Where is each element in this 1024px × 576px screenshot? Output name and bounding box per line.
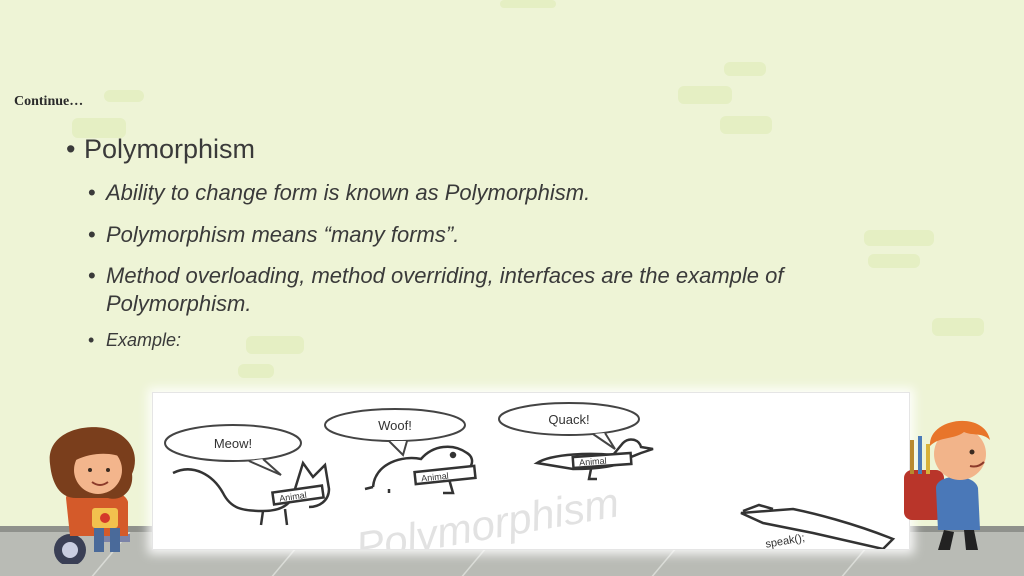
bullet-item: • Method overloading, method overriding, … <box>88 262 784 290</box>
bullet-dot: • <box>88 222 96 247</box>
chalk-mark <box>678 86 732 104</box>
method-label: speak(); <box>765 532 806 549</box>
duck-tag: Animal <box>579 456 607 468</box>
chalk-mark <box>246 336 304 354</box>
bullet-dot: • <box>88 180 96 205</box>
bubble-tail <box>592 432 616 450</box>
boy-character-icon <box>904 420 990 550</box>
pointing-hand-drawing <box>740 503 896 549</box>
bullet-item: • Ability to change form is known as Poly… <box>88 179 590 207</box>
bullet-dot: • <box>66 134 76 164</box>
bullet-text: Polymorphism means “many forms”. <box>106 222 460 247</box>
illustration-svg: Polymorphism Meow! Woof! Quack! Animal A… <box>164 402 896 549</box>
bubble-tail <box>248 458 282 476</box>
bubble-text-dog: Woof! <box>378 418 412 433</box>
bullet-heading: • Polymorphism <box>66 134 255 165</box>
chalk-mark <box>868 254 920 268</box>
watermark-text: Polymorphism <box>352 478 622 549</box>
bullet-item: • Polymorphism means “many forms”. <box>88 221 459 249</box>
bubble-text-cat: Meow! <box>214 436 252 451</box>
heading-text: Polymorphism <box>84 134 256 164</box>
chalk-mark <box>720 116 772 134</box>
girl-character-icon <box>49 427 135 564</box>
dog-drawing <box>364 445 477 495</box>
bubble-tail <box>388 440 408 457</box>
slide-title: Continue… <box>14 94 84 109</box>
bullet-dot: • <box>88 330 95 350</box>
bullet-text: Method overloading, method overriding, i… <box>106 263 784 288</box>
example-label: Example: <box>106 330 182 350</box>
chalk-mark <box>932 318 984 336</box>
slide-canvas: Continue… • Polymorphism • Ability to chan… <box>0 0 1024 576</box>
chalk-mark <box>724 62 766 76</box>
example-illustration: Polymorphism Meow! Woof! Quack! Animal A… <box>152 392 910 550</box>
chalk-mark <box>104 90 144 102</box>
chalk-mark <box>500 0 556 8</box>
chalk-mark <box>864 230 934 246</box>
bullet-dot: • <box>88 263 96 288</box>
bullet-continuation: Polymorphism. <box>106 291 252 316</box>
chalk-mark <box>238 364 274 378</box>
bubble-text-duck: Quack! <box>548 412 589 427</box>
bullet-example: • Example: <box>88 330 181 351</box>
bullet-text: Ability to change form is known as Polym… <box>106 180 591 205</box>
